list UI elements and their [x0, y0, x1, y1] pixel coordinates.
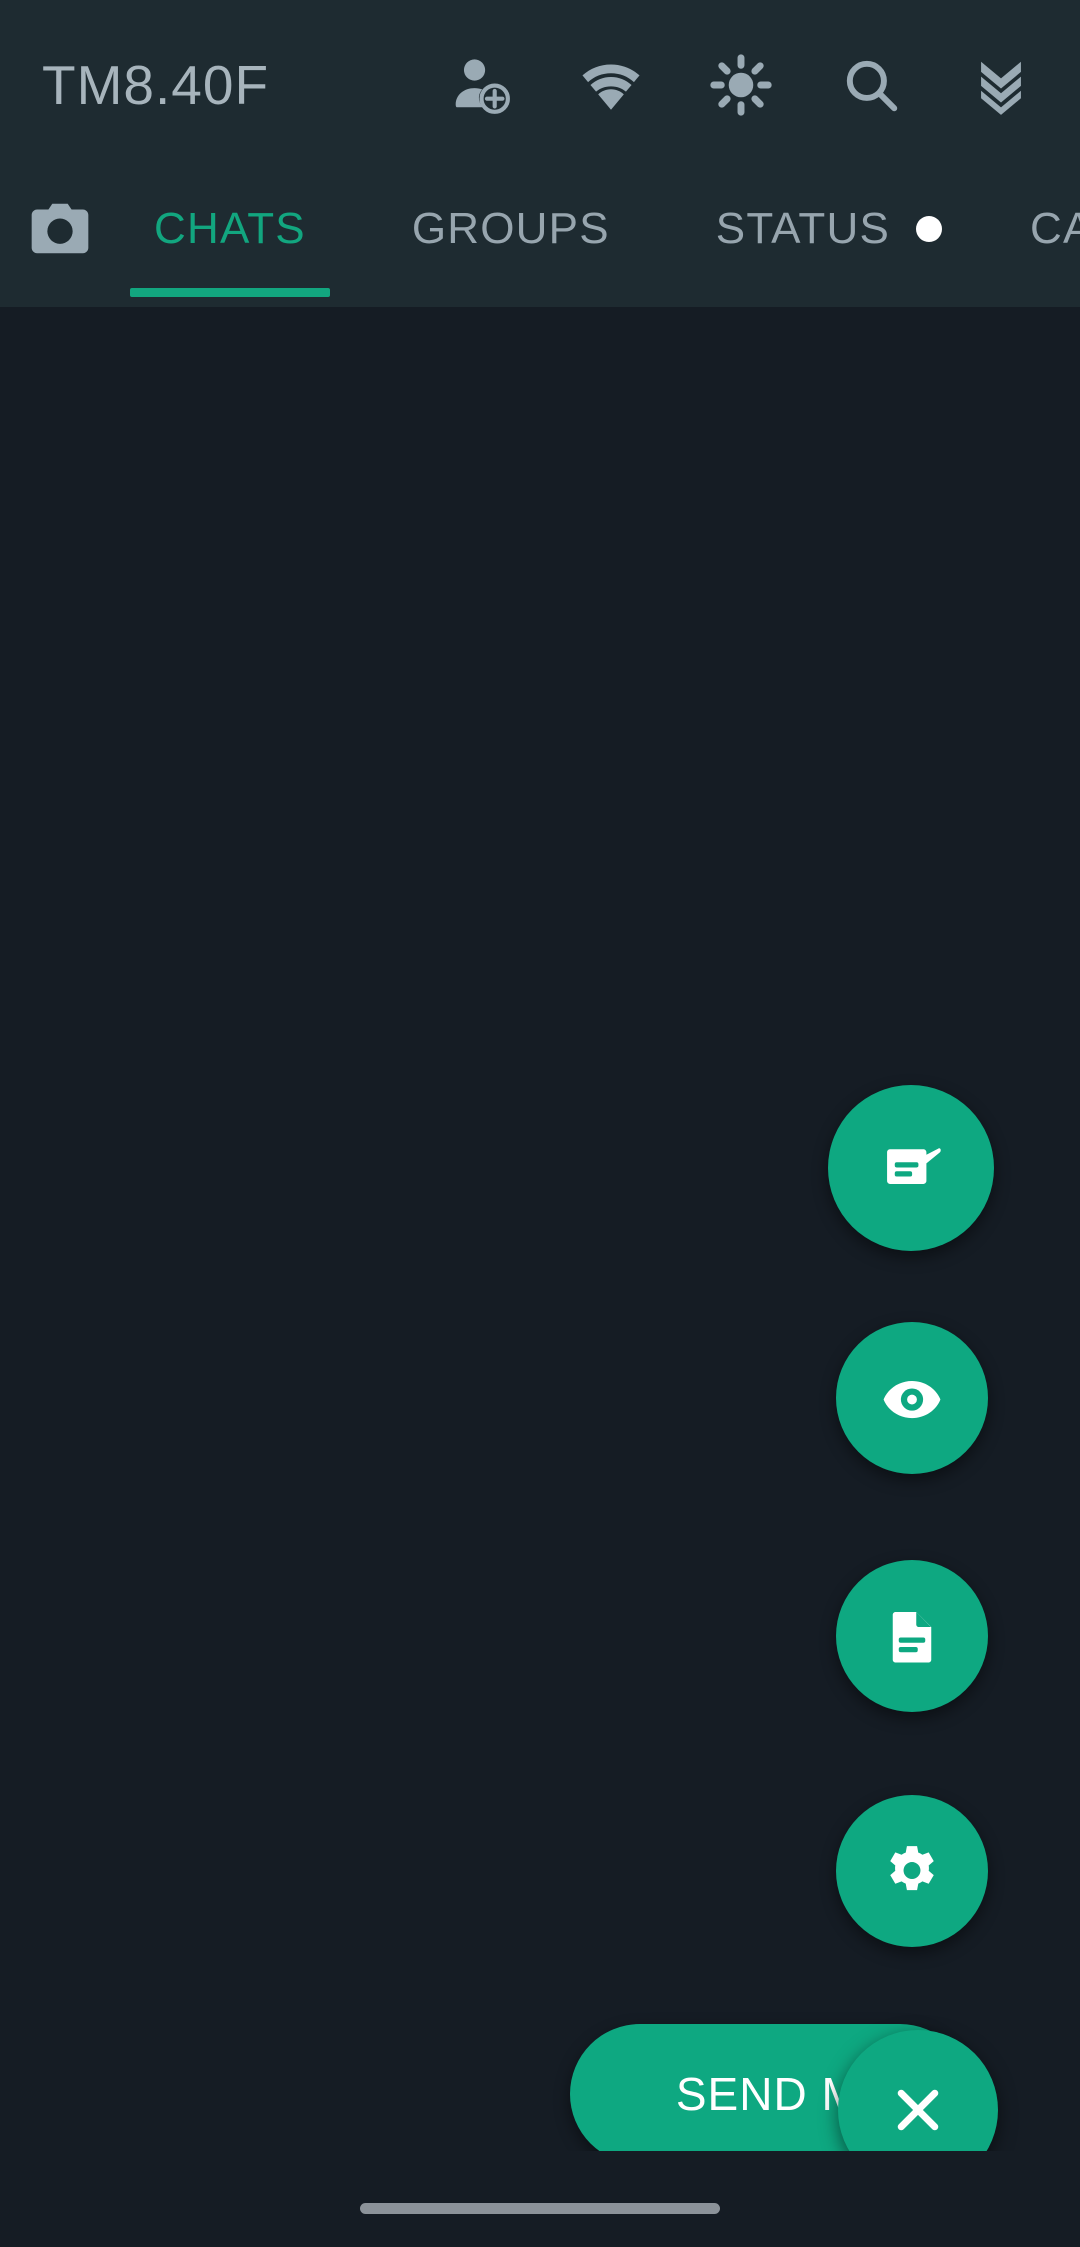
brightness-icon[interactable] — [676, 20, 806, 150]
status-badge — [916, 216, 943, 242]
tab-groups[interactable]: GROUPS — [388, 170, 634, 288]
tab-status[interactable]: STATUS — [692, 170, 966, 288]
search-icon[interactable] — [806, 20, 936, 150]
tab-calls[interactable]: CALLS — [1006, 170, 1080, 288]
tab-groups-label: GROUPS — [411, 204, 610, 253]
gear-icon — [890, 1846, 934, 1891]
page-title: TM8.40F — [42, 54, 270, 116]
fab-new-message[interactable] — [828, 1085, 994, 1251]
chat-list-empty-area — [0, 307, 1080, 2247]
fab-view[interactable] — [836, 1322, 988, 1474]
app-bar: TM8.40F — [0, 0, 1080, 170]
camera-icon[interactable] — [0, 170, 120, 288]
fab-document[interactable] — [836, 1560, 988, 1712]
message-bubble-icon — [887, 1148, 941, 1184]
tab-calls-label: CALLS — [1030, 204, 1080, 253]
double-chevron-down-icon[interactable] — [936, 20, 1066, 150]
add-contact-icon[interactable] — [416, 20, 546, 150]
eye-icon — [883, 1380, 941, 1419]
tab-active-indicator — [130, 288, 330, 297]
app-screen: TM8.40F CHATS GROUPS STATUS CA SEND MES — [0, 0, 1080, 2247]
tab-bar: CHATS GROUPS STATUS CALLS — [0, 170, 1080, 307]
fab-settings[interactable] — [836, 1795, 988, 1947]
close-icon — [897, 2089, 939, 2131]
home-indicator[interactable] — [360, 2202, 720, 2214]
tab-status-label: STATUS — [715, 204, 891, 253]
tab-chats-label: CHATS — [154, 204, 306, 253]
system-nav-bar — [0, 2151, 1080, 2247]
tab-chats[interactable]: CHATS — [130, 170, 330, 297]
wifi-icon[interactable] — [546, 20, 676, 150]
document-icon — [892, 1612, 932, 1663]
appbar-actions — [416, 20, 1080, 150]
